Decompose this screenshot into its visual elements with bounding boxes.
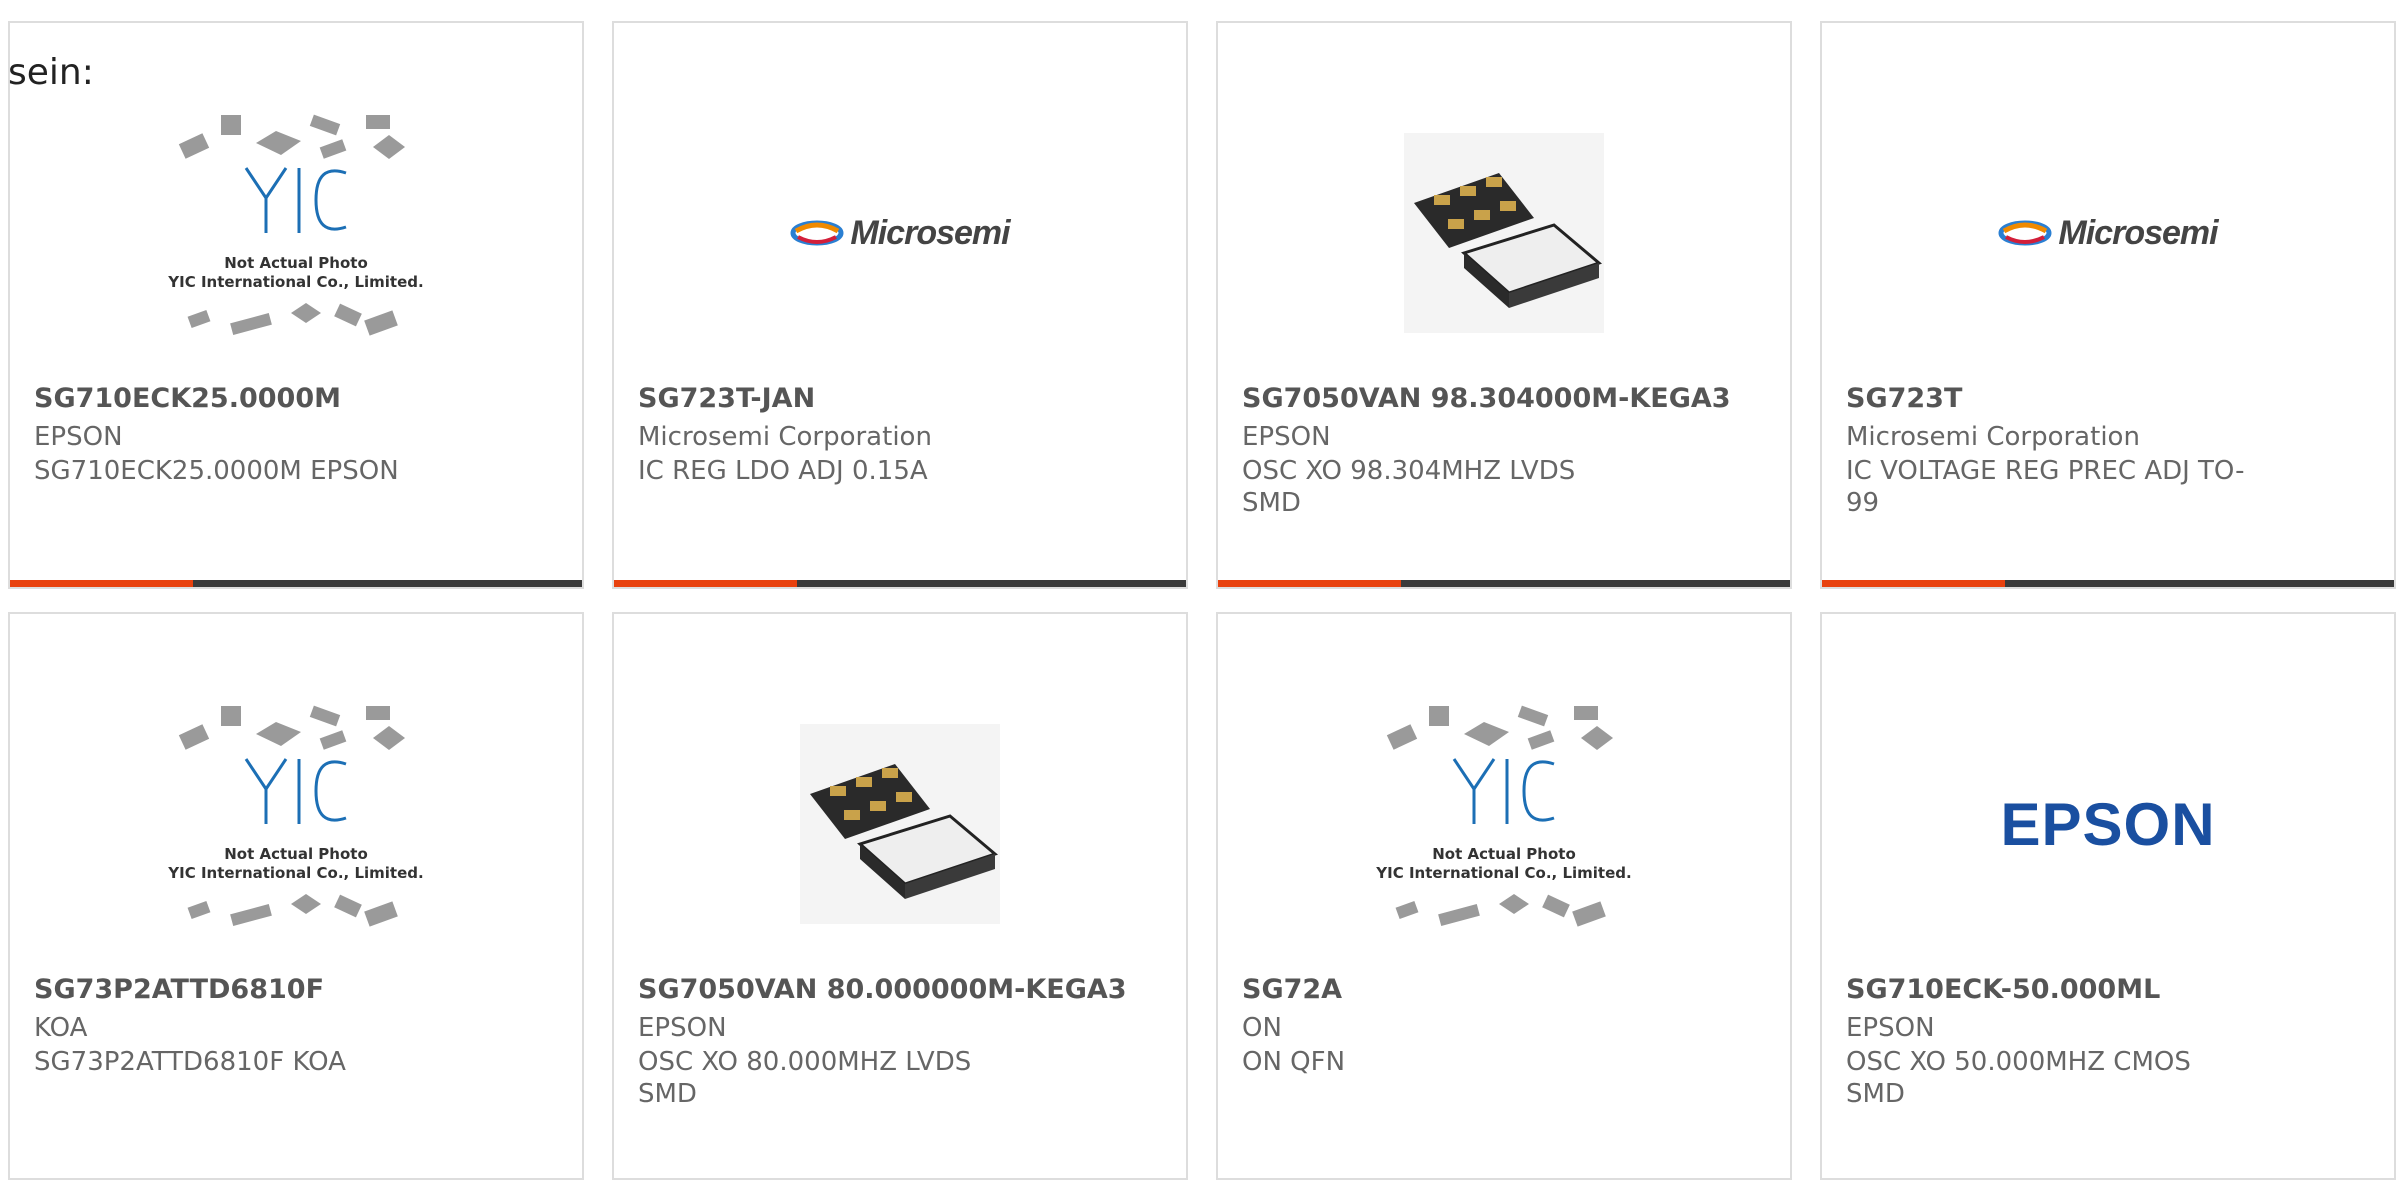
product-description: OSC XO 98.304MHZ LVDS SMD (1242, 456, 1576, 518)
not-actual-photo-label: Not Actual Photo (1432, 845, 1576, 863)
product-image[interactable]: Microsemi (614, 93, 1186, 373)
product-name[interactable]: SG73P2ATTD6810F (34, 974, 554, 1005)
product-card[interactable]: Not Actual Photo YIC International Co., … (8, 612, 584, 1180)
product-brand: EPSON (1242, 422, 1331, 452)
product-name[interactable]: SG723T (1846, 383, 2366, 414)
product-card[interactable]: Microsemi SG723T-JAN Microsemi Corporati… (612, 21, 1188, 589)
product-image[interactable] (614, 684, 1186, 964)
card-bottom-bar (1822, 580, 2394, 587)
card-accent-bar (1218, 580, 1401, 587)
product-name[interactable]: SG710ECK25.0000M (34, 383, 554, 414)
product-card[interactable]: Not Actual Photo YIC International Co., … (8, 21, 584, 589)
card-bottom-bar (10, 580, 582, 587)
microsemi-logo-text: Microsemi (850, 213, 1010, 252)
product-brand: KOA (34, 1013, 88, 1043)
microsemi-logo: Microsemi (1998, 213, 2219, 253)
yic-placeholder-icon: Not Actual Photo YIC International Co., … (1375, 705, 1632, 927)
product-image[interactable]: Microsemi (1822, 93, 2394, 373)
epson-logo: EPSON (2000, 790, 2216, 858)
microsemi-swirl-icon (790, 220, 844, 246)
product-description: SG73P2ATTD6810F KOA (34, 1047, 346, 1077)
product-description: OSC XO 80.000MHZ LVDS SMD (638, 1047, 972, 1109)
oscillator-chip-icon (1404, 133, 1604, 333)
product-card[interactable]: EPSON SG710ECK-50.000ML EPSON OSC XO 50.… (1820, 612, 2396, 1180)
card-accent-bar (614, 580, 797, 587)
product-brand: Microsemi Corporation (1846, 422, 2140, 452)
product-description: OSC XO 50.000MHZ CMOS SMD (1846, 1047, 2191, 1109)
product-brand: EPSON (1846, 1013, 1935, 1043)
microsemi-logo-text: Microsemi (2058, 213, 2218, 252)
product-name[interactable]: SG7050VAN 98.304000M-KEGA3 (1242, 383, 1762, 414)
product-card[interactable]: Microsemi SG723T Microsemi Corporation I… (1820, 21, 2396, 589)
product-image[interactable] (1218, 93, 1790, 373)
product-name[interactable]: SG72A (1242, 974, 1762, 1005)
product-name[interactable]: SG710ECK-50.000ML (1846, 974, 2366, 1005)
product-image[interactable]: Not Actual Photo YIC International Co., … (10, 684, 582, 964)
yic-company-label: YIC International Co., Limited. (167, 864, 423, 882)
product-description: IC REG LDO ADJ 0.15A (638, 456, 928, 486)
product-brand: EPSON (34, 422, 123, 452)
product-description: SG710ECK25.0000M EPSON (34, 456, 399, 486)
product-description: ON QFN (1242, 1047, 1346, 1077)
microsemi-logo: Microsemi (790, 213, 1011, 253)
card-bottom-bar (614, 580, 1186, 587)
product-brand: EPSON (638, 1013, 727, 1043)
not-actual-photo-label: Not Actual Photo (224, 254, 368, 272)
oscillator-chip-icon (800, 724, 1000, 924)
yic-placeholder-icon: Not Actual Photo YIC International Co., … (167, 114, 424, 336)
product-image[interactable]: EPSON (1822, 684, 2394, 964)
product-brand: Microsemi Corporation (638, 422, 932, 452)
product-image[interactable]: Not Actual Photo YIC International Co., … (10, 93, 582, 373)
product-description: IC VOLTAGE REG PREC ADJ TO-99 (1846, 456, 2245, 518)
yic-company-label: YIC International Co., Limited. (1375, 864, 1631, 882)
product-card[interactable]: SG7050VAN 98.304000M-KEGA3 EPSON OSC XO … (1216, 21, 1792, 589)
product-brand: ON (1242, 1013, 1282, 1043)
section-prefix-text: sein: (8, 52, 94, 93)
product-card[interactable]: SG7050VAN 80.000000M-KEGA3 EPSON OSC XO … (612, 612, 1188, 1180)
card-accent-bar (1822, 580, 2005, 587)
product-card[interactable]: Not Actual Photo YIC International Co., … (1216, 612, 1792, 1180)
yic-placeholder-icon: Not Actual Photo YIC International Co., … (167, 705, 424, 927)
card-bottom-bar (1218, 580, 1790, 587)
product-image[interactable]: Not Actual Photo YIC International Co., … (1218, 684, 1790, 964)
microsemi-swirl-icon (1998, 220, 2052, 246)
product-grid: Not Actual Photo YIC International Co., … (0, 0, 2400, 1180)
card-accent-bar (10, 580, 193, 587)
yic-company-label: YIC International Co., Limited. (167, 273, 423, 291)
product-name[interactable]: SG723T-JAN (638, 383, 1158, 414)
product-name[interactable]: SG7050VAN 80.000000M-KEGA3 (638, 974, 1158, 1005)
not-actual-photo-label: Not Actual Photo (224, 845, 368, 863)
